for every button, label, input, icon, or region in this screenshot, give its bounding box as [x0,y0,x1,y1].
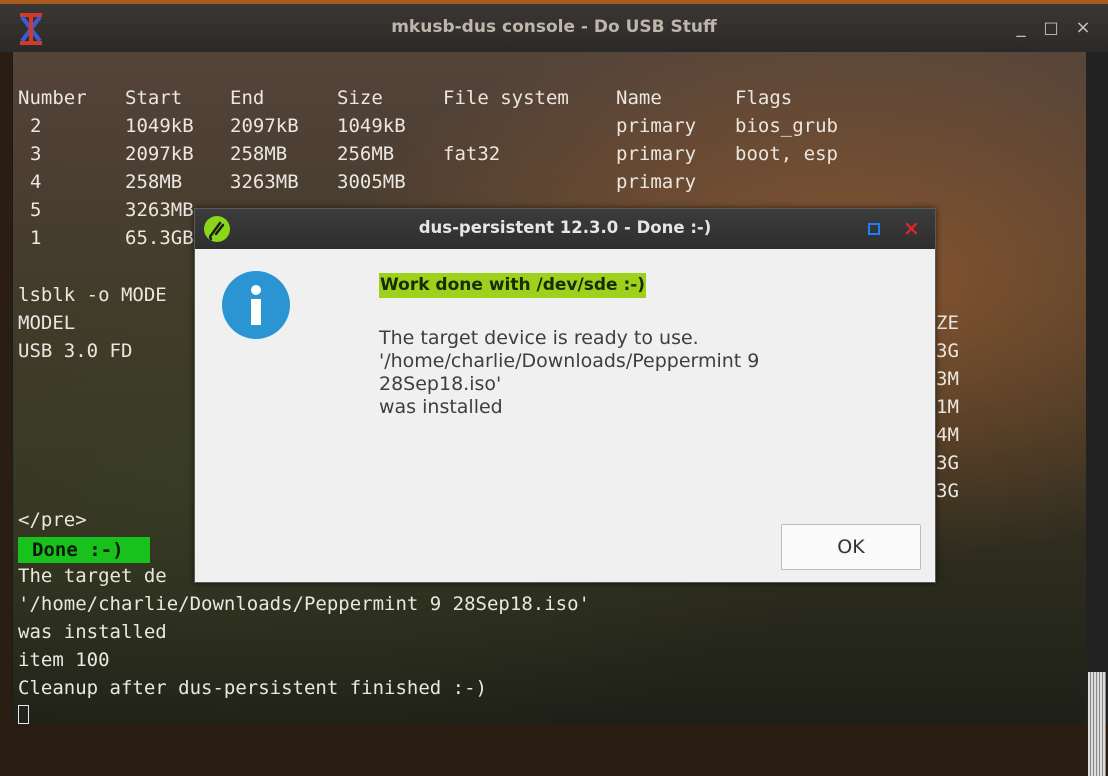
table-cell: 2097kB [125,143,194,165]
lsblk-fragment: 3G [936,340,959,362]
lsblk-fragment: 1M [936,396,959,418]
col-header-start: Start [125,87,183,109]
dialog-message: The target device is ready to use. '/hom… [379,327,899,419]
col-header-flags: Flags [735,87,793,109]
col-header-name: Name [616,87,662,109]
lsblk-fragment: 3M [936,368,959,390]
info-icon-bar [251,299,261,325]
lsblk-fragment: 3G [936,452,959,474]
window-titlebar: mkusb-dus console - Do USB Stuff _ □ × [0,0,1108,52]
dialog-title: dus-persistent 12.3.0 - Done :-) [418,218,712,237]
table-cell: 258MB [230,143,288,165]
done-dialog: dus-persistent 12.3.0 - Done :-) × Work … [194,208,936,583]
message-line: 28Sep18.iso' [379,373,502,395]
terminal-scrollbar[interactable] [1086,52,1108,776]
table-cell: fat32 [443,143,501,165]
item-line: item 100 [18,649,110,671]
table-cell: 3005MB [337,171,406,193]
cleanup-line: Cleanup after dus-persistent finished :-… [18,677,487,699]
close-button[interactable]: × [1072,17,1094,38]
message-line: '/home/charlie/Downloads/Peppermint 9 [379,350,760,372]
table-cell: 3 [30,143,42,165]
table-cell: 2097kB [230,115,299,137]
minimize-button[interactable]: _ [1010,17,1032,38]
ok-button[interactable]: OK [781,524,921,570]
table-cell: 3263MB [125,199,194,221]
info-icon [222,271,290,339]
window-title: mkusb-dus console - Do USB Stuff [391,17,717,37]
target-line: The target de [18,565,167,587]
lsblk-fragment: ZE [936,312,959,334]
table-cell: 2 [30,115,42,137]
maximize-button[interactable]: □ [1040,18,1062,37]
iso-path-line: '/home/charlie/Downloads/Peppermint 9 28… [18,593,590,615]
text-cursor [18,705,29,724]
dialog-maximize-button[interactable] [868,223,880,235]
table-cell: 5 [30,199,42,221]
table-cell: 3263MB [230,171,299,193]
table-cell: 1049kB [337,115,406,137]
table-cell: 258MB [125,171,183,193]
col-header-size: Size [337,87,383,109]
table-cell: bios_grub [735,115,838,137]
table-cell: 1049kB [125,115,194,137]
message-line: was installed [379,396,503,418]
pre-tag-line: </pre> [18,509,87,531]
scrollbar-thumb[interactable] [1088,672,1106,776]
lsblk-row: USB 3.0 FD [18,340,133,362]
table-cell: primary [616,171,697,193]
table-cell: 4 [30,171,42,193]
table-cell: 256MB [337,143,395,165]
table-cell: boot, esp [735,143,838,165]
table-cell: 1 [30,227,42,249]
installed-line: was installed [18,621,167,643]
table-cell: primary [616,143,697,165]
done-badge: Done :-) [18,537,150,563]
lsblk-command: lsblk -o MODE [18,284,167,306]
table-cell: 65.3GB [125,227,194,249]
dialog-headline: Work done with /dev/sde :-) [379,273,647,298]
col-header-number: Number [18,87,87,109]
lsblk-header: MODEL [18,312,76,334]
dialog-titlebar[interactable]: dus-persistent 12.3.0 - Done :-) × [195,209,935,249]
lsblk-fragment: 3G [936,480,959,502]
info-icon-dot [251,285,261,295]
col-header-end: End [230,87,265,109]
table-cell: primary [616,115,697,137]
dialog-close-button[interactable]: × [903,216,920,240]
col-header-filesystem: File system [443,87,569,109]
message-line: The target device is ready to use. [379,327,699,349]
lsblk-fragment: 4M [936,424,959,446]
